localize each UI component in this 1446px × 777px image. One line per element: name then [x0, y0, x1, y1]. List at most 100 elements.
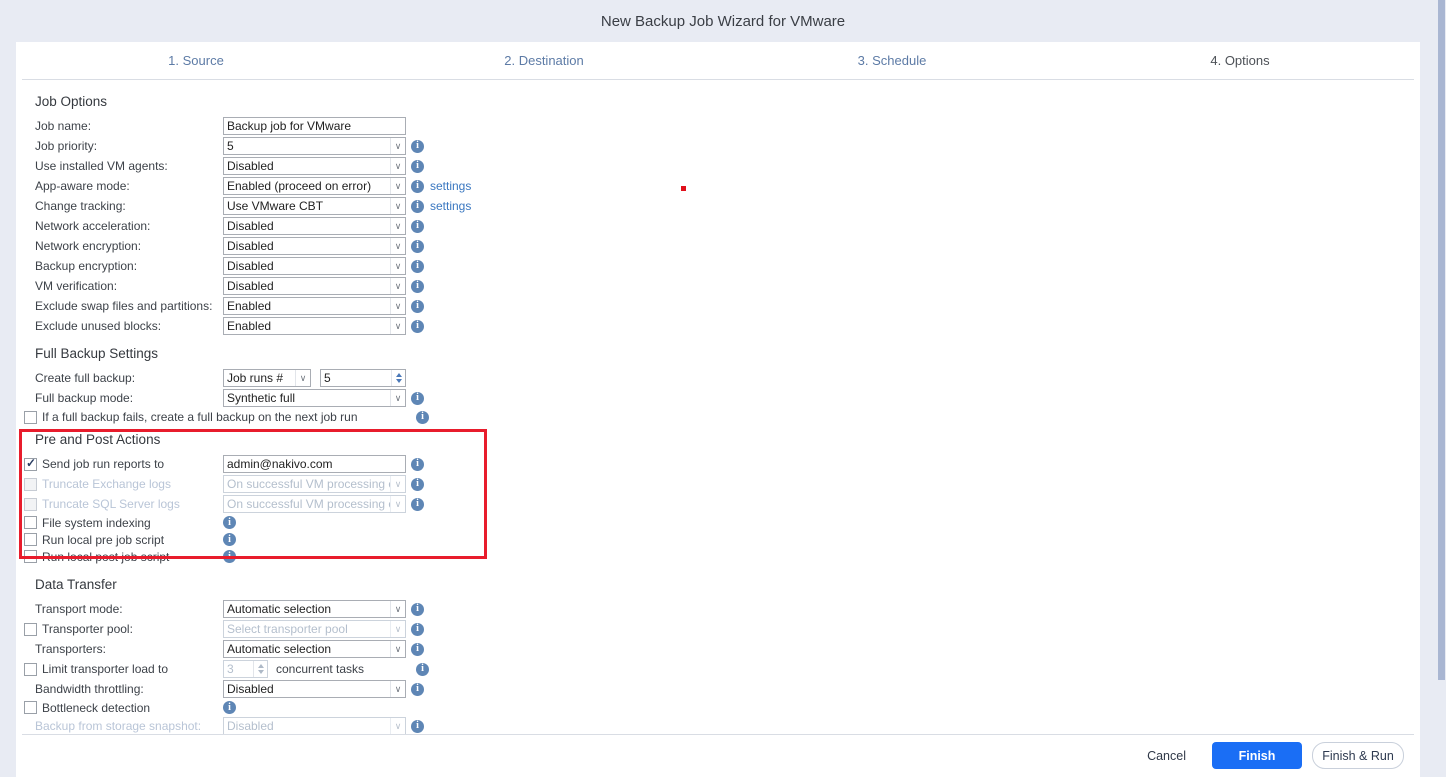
info-icon[interactable]: [411, 683, 424, 696]
fs-indexing-checkbox[interactable]: [24, 516, 37, 529]
truncate-exchange-checkbox: [24, 478, 37, 491]
row-truncate-exchange: Truncate Exchange logs On successful VM …: [24, 474, 1420, 494]
send-reports-checkbox[interactable]: [24, 458, 37, 471]
arrow-up-icon[interactable]: [396, 373, 402, 377]
info-icon[interactable]: [411, 260, 424, 273]
row-pre-script: Run local pre job script: [24, 531, 1420, 548]
info-icon[interactable]: [223, 516, 236, 529]
step-options[interactable]: 4. Options: [1066, 53, 1414, 68]
chevron-down-icon: [390, 258, 405, 274]
info-icon[interactable]: [411, 220, 424, 233]
backup-encryption-label: Backup encryption:: [35, 259, 223, 273]
info-icon[interactable]: [411, 392, 424, 405]
bottleneck-checkbox[interactable]: [24, 701, 37, 714]
info-icon[interactable]: [411, 280, 424, 293]
arrow-down-icon: [258, 670, 264, 674]
row-exclude-swap: Exclude swap files and partitions: Enabl…: [35, 296, 1420, 316]
truncate-sql-checkbox: [24, 498, 37, 511]
change-tracking-settings-link[interactable]: settings: [430, 199, 471, 213]
storage-snapshot-label: Backup from storage snapshot:: [35, 719, 223, 733]
row-network-acceleration: Network acceleration: Disabled: [35, 216, 1420, 236]
vm-verification-select[interactable]: Disabled: [223, 277, 406, 295]
exclude-swap-label: Exclude swap files and partitions:: [35, 299, 223, 313]
info-icon[interactable]: [223, 701, 236, 714]
create-full-backup-count-stepper[interactable]: [320, 369, 406, 387]
exclude-swap-select[interactable]: Enabled: [223, 297, 406, 315]
info-icon[interactable]: [416, 411, 429, 424]
chevron-down-icon: [390, 476, 405, 492]
row-send-reports: Send job run reports to: [24, 454, 1420, 474]
limit-load-checkbox[interactable]: [24, 663, 37, 676]
create-full-backup-label: Create full backup:: [35, 371, 223, 385]
cancel-button[interactable]: Cancel: [1147, 749, 1186, 763]
info-icon[interactable]: [411, 140, 424, 153]
info-icon[interactable]: [223, 550, 236, 563]
step-source[interactable]: 1. Source: [22, 53, 370, 68]
info-icon[interactable]: [411, 200, 424, 213]
wizard-title-text: New Backup Job Wizard for VMware: [601, 13, 845, 30]
change-tracking-select[interactable]: Use VMware CBT: [223, 197, 406, 215]
info-icon[interactable]: [411, 623, 424, 636]
transporter-pool-select: Select transporter pool: [223, 620, 406, 638]
transport-mode-select[interactable]: Automatic selection: [223, 600, 406, 618]
app-aware-settings-link[interactable]: settings: [430, 179, 471, 193]
send-reports-email-input[interactable]: [223, 455, 406, 473]
network-encryption-select[interactable]: Disabled: [223, 237, 406, 255]
post-script-checkbox[interactable]: [24, 550, 37, 563]
info-icon[interactable]: [411, 603, 424, 616]
step-destination[interactable]: 2. Destination: [370, 53, 718, 68]
row-exclude-unused: Exclude unused blocks: Enabled: [35, 316, 1420, 336]
info-icon[interactable]: [411, 240, 424, 253]
job-priority-select[interactable]: 5: [223, 137, 406, 155]
network-encryption-label: Network encryption:: [35, 239, 223, 253]
create-full-backup-mode-select[interactable]: Job runs #: [223, 369, 311, 387]
stepper-arrows-icon[interactable]: [391, 370, 405, 386]
storage-snapshot-select: Disabled: [223, 717, 406, 735]
fs-indexing-label: File system indexing: [42, 516, 151, 530]
backup-encryption-select[interactable]: Disabled: [223, 257, 406, 275]
info-icon[interactable]: [411, 160, 424, 173]
chevron-down-icon: [295, 370, 310, 386]
change-tracking-label: Change tracking:: [35, 199, 223, 213]
row-post-script: Run local post job script: [24, 548, 1420, 565]
transporter-pool-checkbox[interactable]: [24, 623, 37, 636]
info-icon[interactable]: [411, 720, 424, 733]
finish-and-run-button[interactable]: Finish & Run: [1312, 742, 1404, 769]
info-icon[interactable]: [411, 458, 424, 471]
network-acceleration-select[interactable]: Disabled: [223, 217, 406, 235]
vm-agents-select[interactable]: Disabled: [223, 157, 406, 175]
transporters-select[interactable]: Automatic selection: [223, 640, 406, 658]
vm-verification-label: VM verification:: [35, 279, 223, 293]
info-icon[interactable]: [411, 498, 424, 511]
app-aware-select[interactable]: Enabled (proceed on error): [223, 177, 406, 195]
row-transporter-pool: Transporter pool: Select transporter poo…: [24, 619, 1420, 639]
vertical-scrollbar-thumb[interactable]: [1438, 0, 1445, 680]
step-schedule[interactable]: 3. Schedule: [718, 53, 1066, 68]
info-icon[interactable]: [411, 643, 424, 656]
stepper-arrows-icon: [253, 661, 267, 677]
info-icon[interactable]: [411, 180, 424, 193]
info-icon[interactable]: [411, 320, 424, 333]
info-icon[interactable]: [411, 300, 424, 313]
info-icon[interactable]: [416, 663, 429, 676]
info-icon[interactable]: [223, 533, 236, 546]
finish-button[interactable]: Finish: [1212, 742, 1302, 769]
exclude-unused-select[interactable]: Enabled: [223, 317, 406, 335]
arrow-down-icon[interactable]: [396, 379, 402, 383]
full-backup-mode-select[interactable]: Synthetic full: [223, 389, 406, 407]
limit-load-suffix: concurrent tasks: [276, 662, 364, 676]
row-create-full-backup: Create full backup: Job runs #: [35, 368, 1420, 388]
row-bandwidth: Bandwidth throttling: Disabled: [35, 679, 1420, 699]
retry-on-fail-checkbox[interactable]: [24, 411, 37, 424]
bandwidth-select[interactable]: Disabled: [223, 680, 406, 698]
truncate-sql-label: Truncate SQL Server logs: [42, 497, 180, 511]
job-name-input[interactable]: [223, 117, 406, 135]
row-job-priority: Job priority: 5: [35, 136, 1420, 156]
chevron-down-icon: [390, 158, 405, 174]
pre-script-checkbox[interactable]: [24, 533, 37, 546]
chevron-down-icon: [390, 238, 405, 254]
wizard-title: New Backup Job Wizard for VMware: [0, 0, 1446, 42]
wizard-steps: 1. Source 2. Destination 3. Schedule 4. …: [22, 42, 1414, 80]
row-vm-verification: VM verification: Disabled: [35, 276, 1420, 296]
info-icon[interactable]: [411, 478, 424, 491]
